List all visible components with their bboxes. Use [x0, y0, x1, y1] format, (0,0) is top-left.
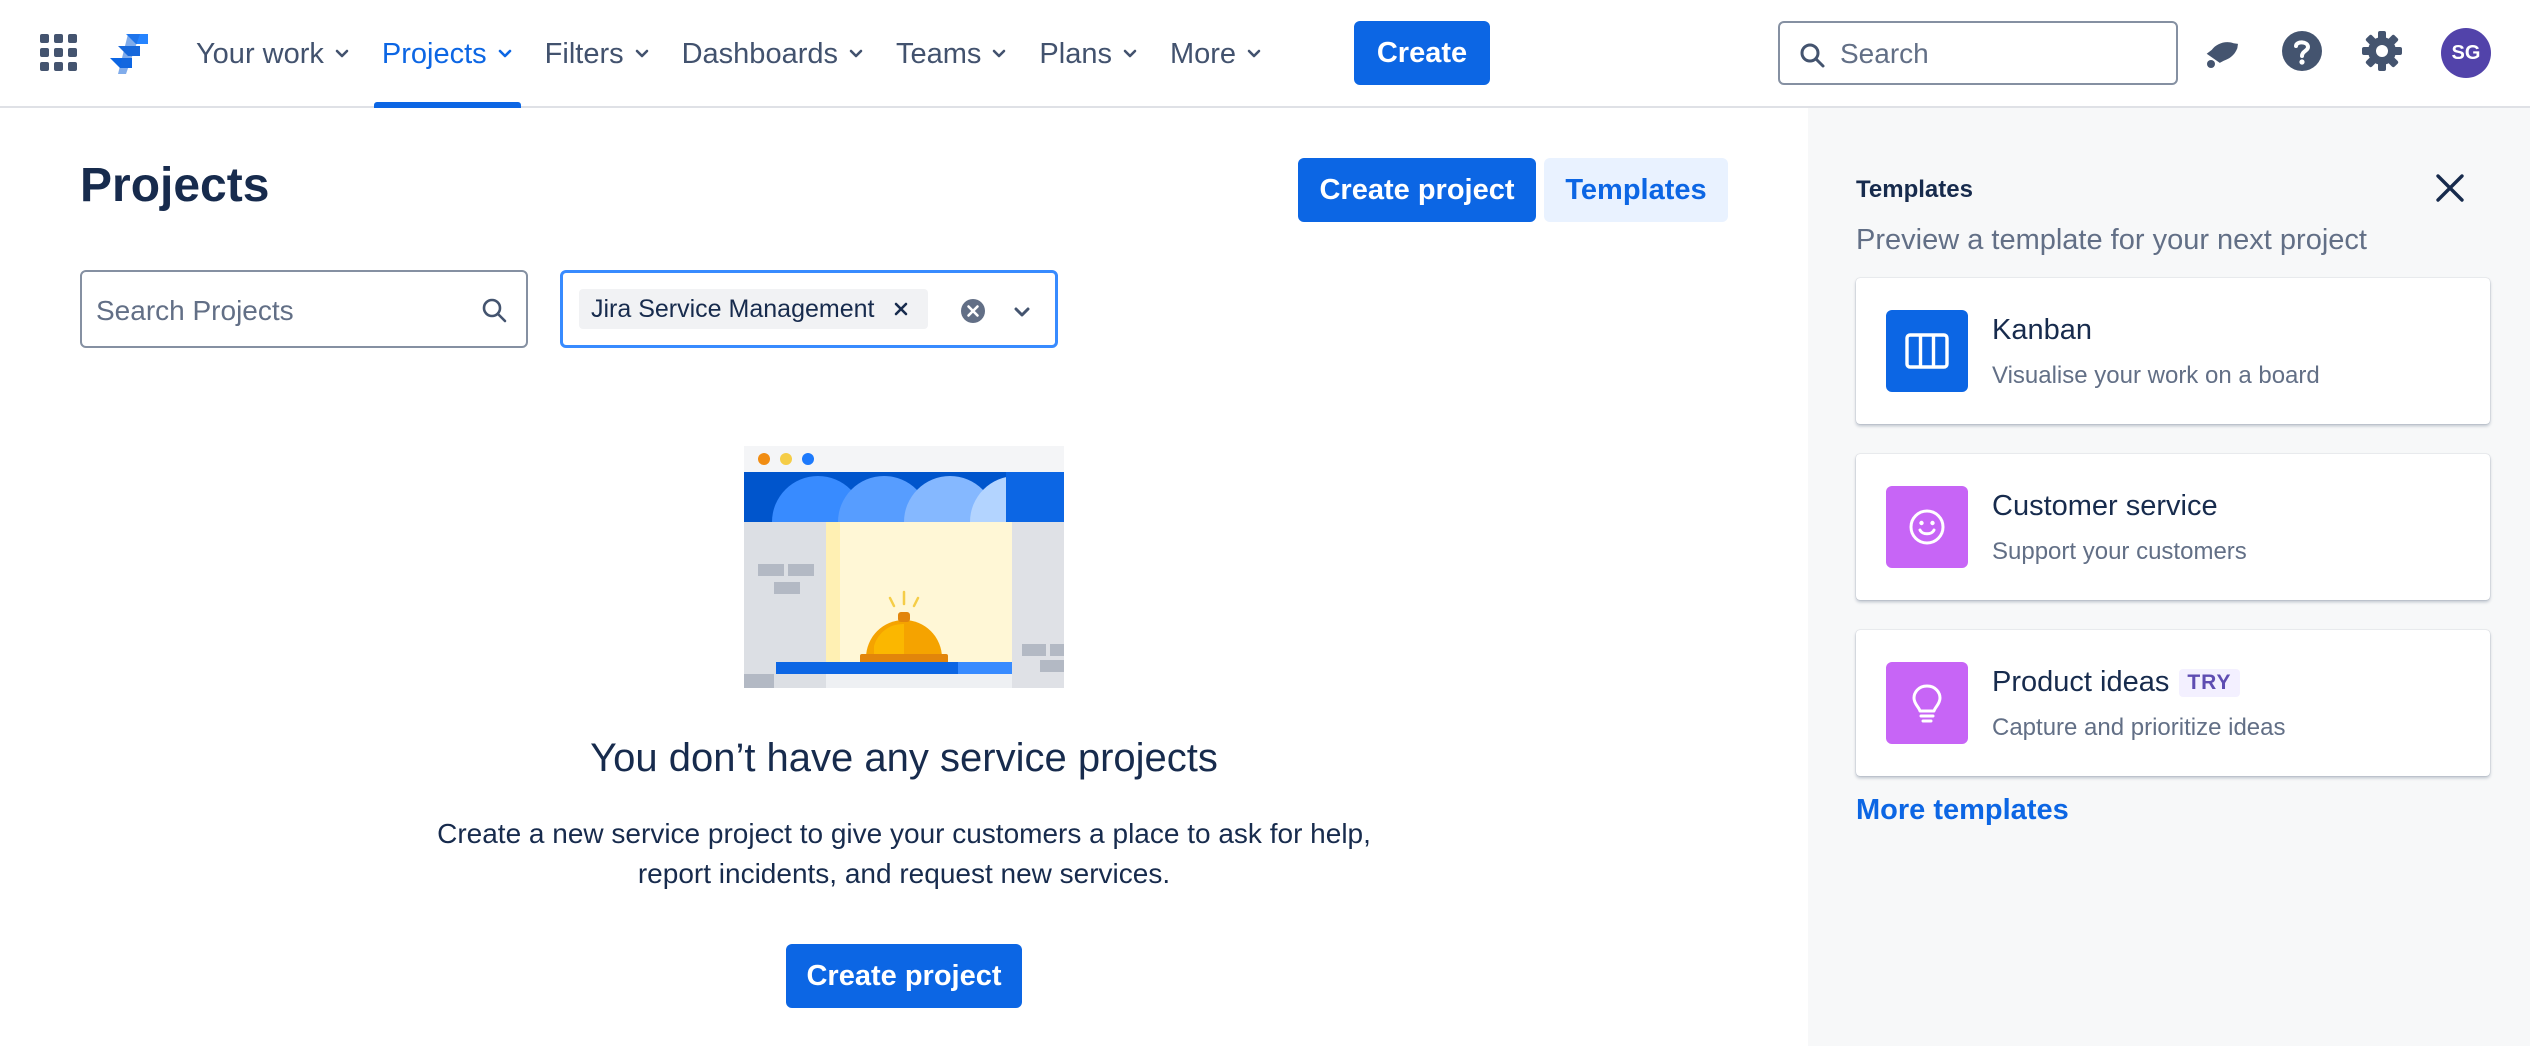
template-card-customer-service[interactable]: Customer service Support your customers: [1856, 454, 2490, 600]
nav-item-label: Plans: [1039, 37, 1112, 70]
project-search: [80, 270, 528, 348]
kanban-board-icon: [1886, 310, 1968, 392]
search-icon: [482, 298, 507, 323]
lightbulb-icon: [1886, 662, 1968, 744]
template-description: Support your customers: [1992, 538, 2247, 565]
search-input[interactable]: [1838, 33, 2162, 75]
create-project-button[interactable]: Create project: [1298, 158, 1536, 222]
settings-icon[interactable]: [2359, 28, 2405, 74]
chevron-down-icon: [635, 49, 648, 58]
search-projects-input[interactable]: [94, 288, 458, 334]
more-templates-link[interactable]: More templates: [1856, 794, 2069, 827]
nav-item-label: Dashboards: [681, 37, 838, 70]
notifications-icon[interactable]: [2199, 28, 2245, 74]
nav-item-teams[interactable]: Teams: [880, 0, 1023, 108]
product-filter-select[interactable]: Jira Service Management: [560, 270, 1058, 348]
close-icon[interactable]: [2432, 170, 2468, 206]
nav-item-your-work[interactable]: Your work: [180, 0, 366, 108]
template-card-kanban[interactable]: Kanban Visualise your work on a board: [1856, 278, 2490, 424]
chevron-down-icon: [498, 49, 511, 58]
templates-button[interactable]: Templates: [1544, 158, 1728, 222]
template-description: Capture and prioritize ideas: [1992, 714, 2286, 741]
nav-item-more[interactable]: More: [1154, 0, 1278, 108]
main-content: Projects Create project Templates Jira S…: [0, 108, 1808, 1046]
empty-state-create-project-button[interactable]: Create project: [786, 944, 1022, 1008]
app-switcher-icon[interactable]: [40, 34, 78, 72]
primary-nav: Your work Projects Filters Dashboards Te…: [180, 0, 1278, 108]
remove-chip-icon[interactable]: [892, 300, 910, 318]
chip-label: Jira Service Management: [591, 294, 875, 323]
chevron-down-icon: [849, 49, 863, 58]
nav-item-plans[interactable]: Plans: [1023, 0, 1154, 108]
page-title: Projects: [80, 159, 270, 212]
template-card-product-ideas[interactable]: Product ideas TRY Capture and prioritize…: [1856, 630, 2490, 776]
nav-item-label: Projects: [381, 37, 487, 70]
top-navigation: Your work Projects Filters Dashboards Te…: [0, 0, 2530, 108]
chevron-down-icon: [335, 49, 349, 58]
nav-item-label: Your work: [196, 37, 324, 70]
nav-item-label: More: [1169, 37, 1237, 70]
template-name: Product ideas TRY: [1992, 666, 2240, 699]
selected-product-chip: Jira Service Management: [579, 289, 929, 329]
create-button[interactable]: Create: [1354, 21, 1490, 85]
nav-item-filters[interactable]: Filters: [529, 0, 666, 108]
nav-item-dashboards[interactable]: Dashboards: [666, 0, 880, 108]
template-description: Visualise your work on a board: [1992, 362, 2320, 389]
template-name: Kanban: [1992, 314, 2092, 346]
chevron-down-icon[interactable]: [1011, 301, 1033, 323]
try-badge: TRY: [2179, 668, 2240, 697]
jira-logo-icon[interactable]: [104, 30, 152, 78]
avatar[interactable]: SG: [2441, 28, 2491, 78]
empty-state-description: Create a new service project to give you…: [437, 818, 1371, 889]
nav-item-projects[interactable]: Projects: [366, 0, 529, 108]
nav-item-label: Filters: [544, 37, 624, 70]
template-name: Customer service: [1992, 490, 2218, 522]
storefront-illustration: [744, 446, 1064, 688]
nav-item-label: Teams: [895, 37, 982, 70]
chevron-down-icon: [1247, 49, 1261, 58]
panel-subtitle: Preview a template for your next project: [1856, 224, 2367, 256]
empty-state-title: You don’t have any service projects: [590, 736, 1218, 780]
smiley-icon: [1886, 486, 1968, 568]
chevron-down-icon: [1123, 49, 1137, 58]
search-icon: [1800, 43, 1825, 68]
templates-panel: Templates Preview a template for your ne…: [1808, 108, 2530, 1046]
chevron-down-icon: [993, 49, 1006, 58]
clear-selection-icon[interactable]: [959, 297, 987, 325]
help-icon[interactable]: [2279, 28, 2325, 74]
global-search: [1778, 21, 2178, 85]
panel-title: Templates: [1856, 176, 1973, 203]
